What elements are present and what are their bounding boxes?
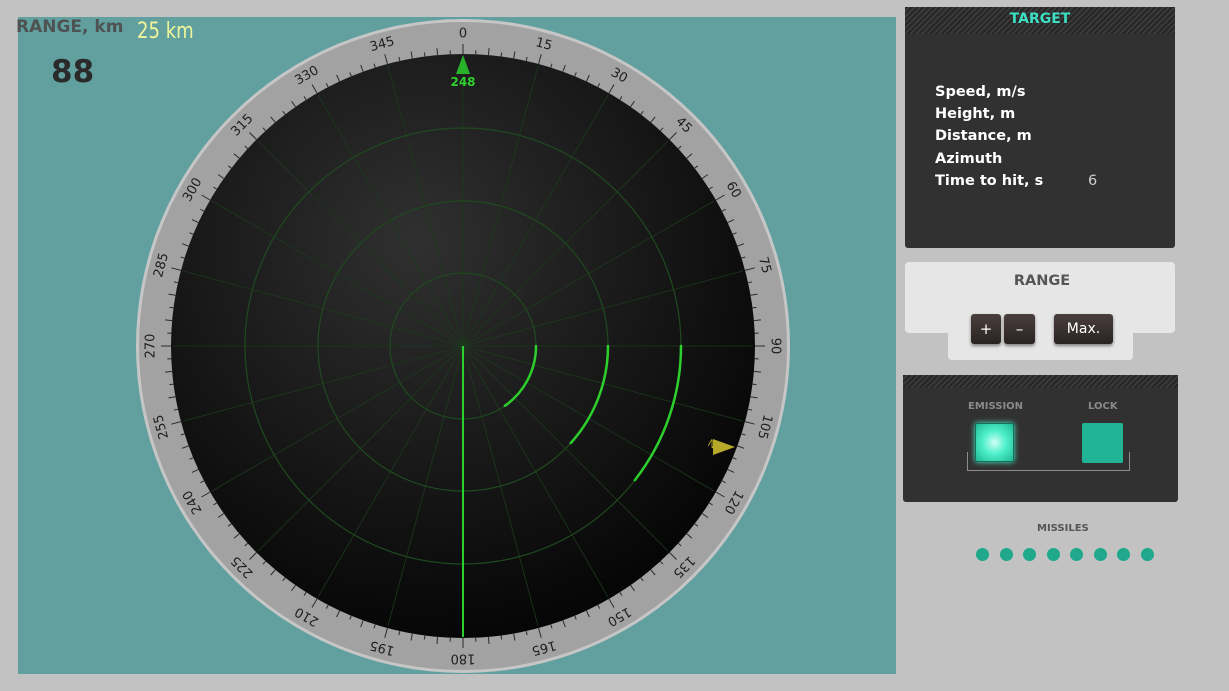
missile-indicator [1046, 548, 1060, 561]
radar-display: 0153045607590105120135150165180195210225… [136, 19, 790, 673]
compass-tick [753, 319, 761, 322]
range-max-button[interactable]: Max. [1054, 314, 1113, 344]
compass-tick [752, 306, 757, 309]
target-distance-label: Distance, m [935, 128, 1032, 144]
control-panel [903, 375, 1178, 502]
compass-tick [436, 636, 439, 644]
compass-tick [487, 48, 490, 56]
missile-indicator [1093, 548, 1107, 561]
range-value: 25 km [137, 19, 194, 44]
compass-tick [423, 52, 426, 57]
emission-toggle[interactable] [975, 423, 1014, 462]
compass-tick [500, 52, 503, 57]
radar-scope-area: 0 15 30 45 60 75 90 105 120 135 150 165 180 195 210 225… [18, 17, 896, 674]
compass-label: 270 [144, 334, 159, 359]
range-counter: 88 [51, 54, 95, 90]
compass-label: 90 [768, 338, 783, 355]
compass-label: 180 [451, 651, 476, 666]
target-time-value: 6 [1088, 173, 1098, 189]
compass-tick [165, 319, 173, 322]
compass-tick [500, 635, 503, 640]
target-title: TARGET [905, 7, 1175, 34]
heading-marker-value: 248 [450, 75, 475, 89]
target-azimuth-label: Azimuth [935, 151, 1003, 167]
compass-label: 0 [459, 27, 467, 42]
compass-tick [169, 383, 174, 386]
missile-indicator [1023, 548, 1036, 561]
compass-tick [752, 383, 757, 386]
range-caption: RANGE, km [16, 17, 124, 37]
compass-tick [165, 370, 173, 373]
compass-tick [753, 370, 761, 373]
target-height-label: Height, m [935, 106, 1016, 122]
target-time-label: Time to hit, s [935, 173, 1044, 189]
target-speed-label: Speed, m/s [935, 84, 1026, 100]
emission-label: EMISSION [968, 401, 1024, 412]
missiles-label: MISSILES [1037, 523, 1089, 534]
control-panel-header [903, 375, 1178, 388]
missile-indicator [976, 548, 989, 561]
missile-indicator [1070, 548, 1083, 561]
lock-label: LOCK [1088, 401, 1118, 412]
range-panel-title: RANGE [1013, 273, 1071, 289]
lock-toggle[interactable] [1082, 423, 1123, 463]
target-panel: TARGET Speed, m/s Height, m Distance, m … [905, 7, 1175, 248]
compass-tick [423, 635, 426, 640]
missile-indicator [999, 548, 1013, 561]
compass-tick [487, 636, 490, 644]
compass-tick [436, 48, 439, 56]
range-plus-button[interactable]: + [971, 314, 1001, 344]
missile-indicator [1140, 548, 1154, 561]
missile-indicator [1117, 548, 1130, 561]
compass-tick [169, 306, 174, 309]
range-minus-button[interactable]: – [1004, 314, 1035, 344]
